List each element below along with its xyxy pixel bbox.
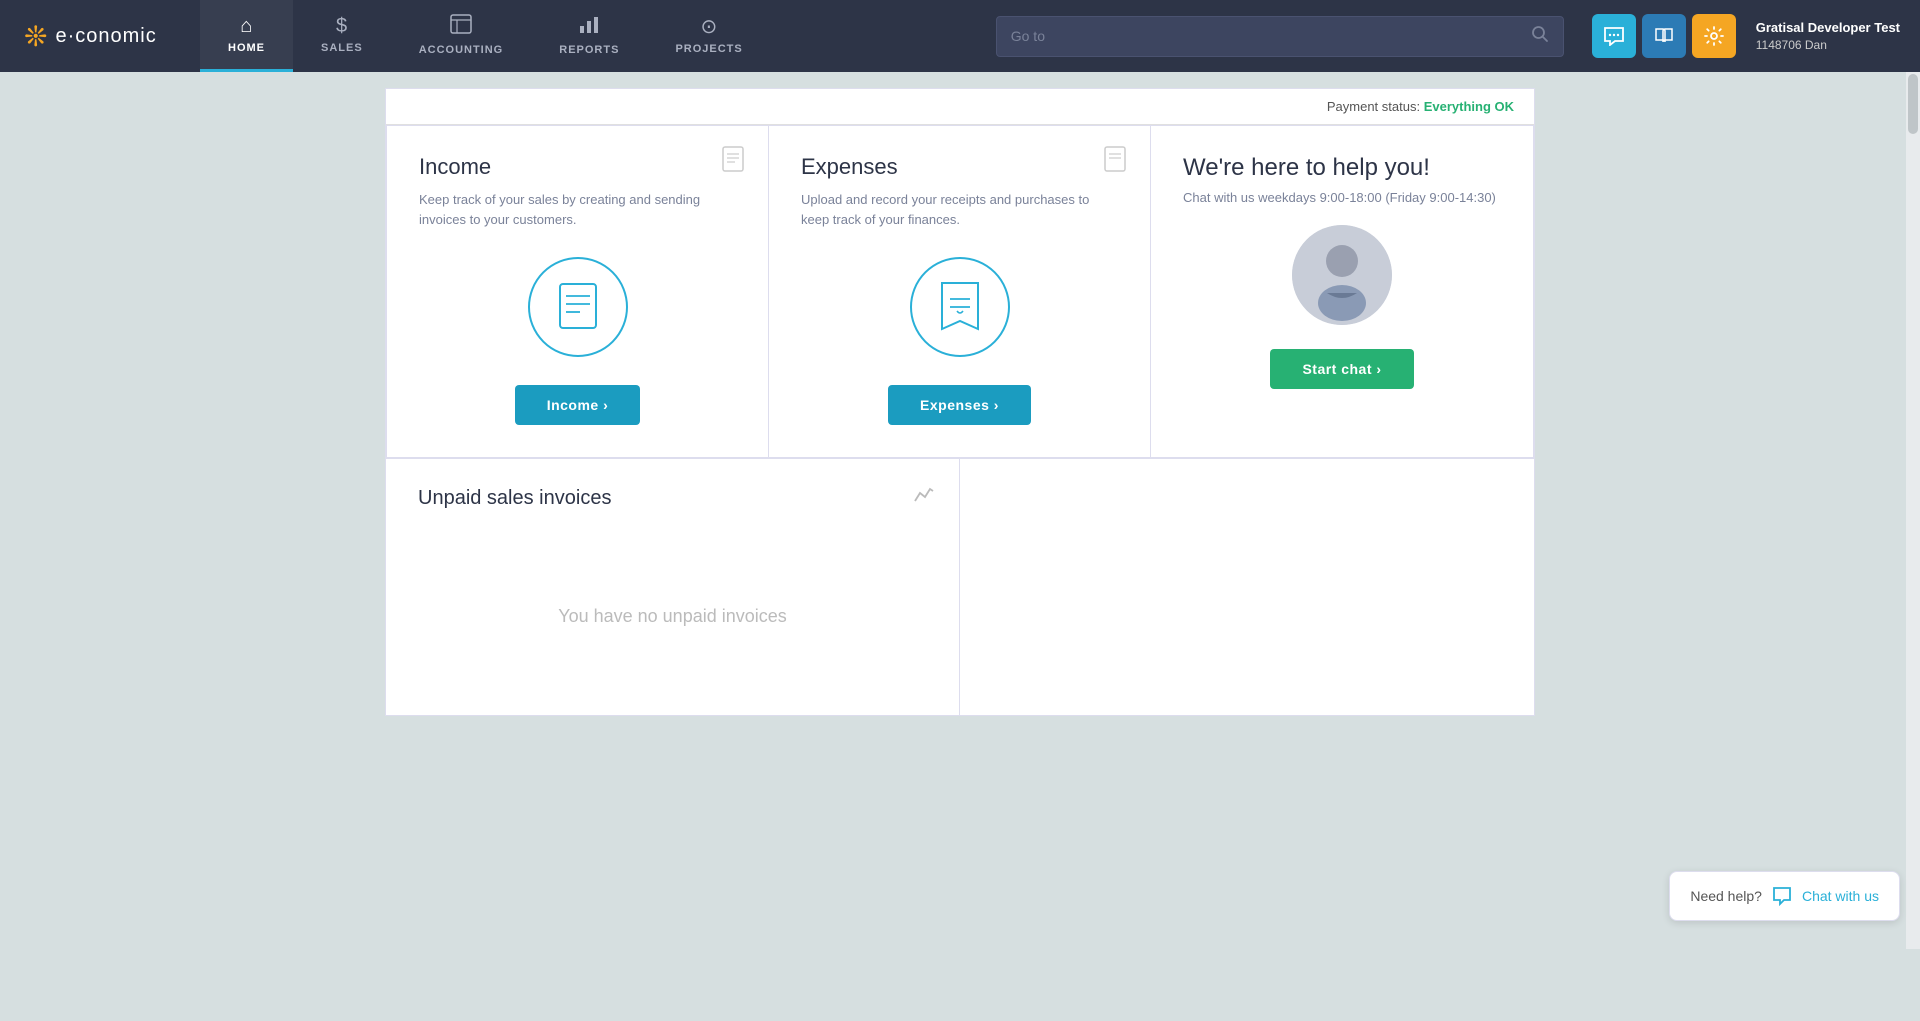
nav-label-accounting: ACCOUNTING — [419, 44, 504, 56]
reports-icon — [578, 14, 600, 40]
bottom-row: Unpaid sales invoices You have no unpaid… — [386, 458, 1534, 715]
unpaid-invoices-title: Unpaid sales invoices — [418, 487, 927, 510]
chart-icon — [913, 483, 935, 510]
income-card: Income Keep track of your sales by creat… — [387, 126, 769, 457]
logo[interactable]: ❊ e·conomic — [0, 0, 200, 72]
help-center: Start chat › — [1183, 225, 1501, 389]
income-desc: Keep track of your sales by creating and… — [419, 190, 736, 229]
expenses-button[interactable]: Expenses › — [888, 385, 1031, 425]
logo-icon: ❊ — [24, 20, 47, 53]
no-invoices-message: You have no unpaid invoices — [418, 526, 927, 687]
cards-row: Income Keep track of your sales by creat… — [386, 125, 1534, 458]
expenses-circle-icon — [910, 257, 1010, 357]
payment-status-label: Payment status: — [1327, 99, 1420, 114]
nav-item-home[interactable]: ⌂ HOME — [200, 0, 293, 72]
navbar: ❊ e·conomic ⌂ HOME $ SALES ACCOUNTING — [0, 0, 1920, 72]
avatar — [1292, 225, 1392, 325]
expenses-desc: Upload and record your receipts and purc… — [801, 190, 1118, 229]
nav-items: ⌂ HOME $ SALES ACCOUNTING — [200, 0, 980, 72]
scrollbar-track[interactable] — [1906, 72, 1920, 949]
nav-label-sales: SALES — [321, 42, 363, 54]
expenses-title: Expenses — [801, 154, 1118, 180]
income-center: Income › — [419, 257, 736, 425]
user-name: Gratisal Developer Test — [1756, 19, 1900, 37]
income-button[interactable]: Income › — [515, 385, 641, 425]
expenses-top-icon — [1104, 146, 1126, 178]
chat-button[interactable] — [1592, 14, 1636, 58]
help-title: We're here to help you! — [1183, 154, 1501, 182]
search-box[interactable] — [996, 16, 1564, 57]
dollar-icon: $ — [336, 15, 348, 38]
logo-text: e·conomic — [55, 25, 156, 48]
expenses-center: Expenses › — [801, 257, 1118, 425]
help-widget: Need help? Chat with us — [1669, 871, 1900, 921]
nav-actions — [1580, 0, 1748, 72]
search-input[interactable] — [1011, 28, 1523, 44]
income-circle-icon — [528, 257, 628, 357]
nav-item-accounting[interactable]: ACCOUNTING — [391, 0, 532, 72]
nav-label-home: HOME — [228, 42, 265, 54]
nav-label-reports: REPORTS — [559, 44, 619, 56]
home-icon: ⌂ — [240, 15, 253, 38]
payment-status-bar: Payment status: Everything OK — [386, 89, 1534, 125]
help-widget-label: Need help? — [1690, 888, 1762, 904]
unpaid-invoices-section: Unpaid sales invoices You have no unpaid… — [386, 459, 960, 715]
user-info: Gratisal Developer Test 1148706 Dan — [1748, 0, 1920, 72]
main-content: Payment status: Everything OK Income Kee… — [0, 72, 1920, 949]
expenses-card: Expenses Upload and record your receipts… — [769, 126, 1151, 457]
chat-with-us-link[interactable]: Chat with us — [1802, 888, 1879, 904]
content-wrapper: Payment status: Everything OK Income Kee… — [385, 88, 1535, 716]
settings-button[interactable] — [1692, 14, 1736, 58]
nav-item-sales[interactable]: $ SALES — [293, 0, 391, 72]
start-chat-button[interactable]: Start chat › — [1270, 349, 1413, 389]
income-title: Income — [419, 154, 736, 180]
scrollbar-thumb[interactable] — [1908, 74, 1918, 134]
projects-icon: ⊙ — [700, 14, 717, 39]
nav-label-projects: PROJECTS — [675, 43, 742, 55]
help-card: We're here to help you! Chat with us wee… — [1151, 126, 1533, 457]
payment-status-value: Everything OK — [1424, 99, 1514, 114]
accounting-icon — [450, 14, 472, 40]
right-panel — [960, 459, 1534, 715]
nav-item-projects[interactable]: ⊙ PROJECTS — [647, 0, 770, 72]
user-id: 1148706 Dan — [1756, 37, 1900, 54]
help-desc: Chat with us weekdays 9:00-18:00 (Friday… — [1183, 190, 1501, 205]
nav-item-reports[interactable]: REPORTS — [531, 0, 647, 72]
income-top-icon — [722, 146, 744, 178]
book-button[interactable] — [1642, 14, 1686, 58]
search-icon — [1531, 25, 1549, 48]
search-area — [980, 16, 1580, 57]
chat-bubble-icon — [1772, 886, 1792, 906]
